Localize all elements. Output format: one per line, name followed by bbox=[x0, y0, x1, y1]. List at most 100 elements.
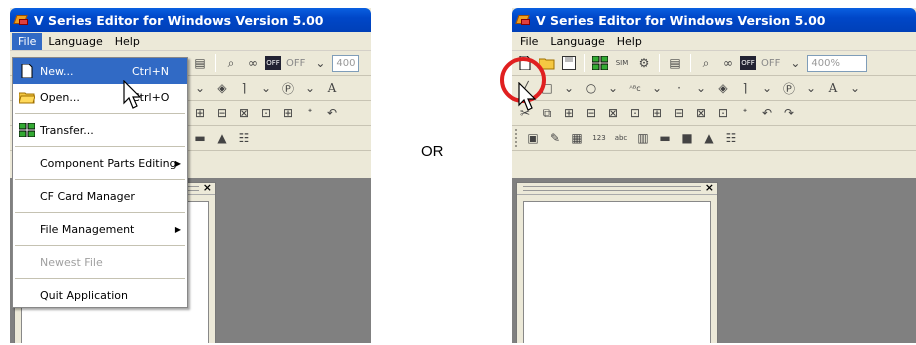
sim-icon[interactable]: SIM bbox=[612, 54, 632, 73]
undo-icon[interactable]: ↶ bbox=[757, 104, 777, 123]
menu-language[interactable]: Language bbox=[544, 33, 610, 50]
new-document-icon bbox=[21, 64, 33, 78]
chevron-down-icon[interactable]: ⌄ bbox=[300, 79, 320, 98]
submenu-arrow-icon: ▶ bbox=[174, 158, 181, 168]
chevron-down-icon[interactable]: ⌄ bbox=[310, 54, 330, 73]
screen-window: × bbox=[516, 181, 718, 343]
menu-help[interactable]: Help bbox=[611, 33, 648, 50]
glasses-icon[interactable]: ∞ bbox=[718, 54, 738, 73]
chevron-down-icon[interactable]: ⌄ bbox=[190, 79, 210, 98]
meter-icon[interactable]: ■ bbox=[677, 129, 697, 148]
off-icon[interactable]: OFF bbox=[740, 56, 756, 70]
chevron-down-icon[interactable]: ⌄ bbox=[801, 79, 821, 98]
menu-item-file-management[interactable]: File Management ▶ bbox=[13, 216, 187, 242]
transfer-icon[interactable] bbox=[590, 54, 610, 73]
part-icon[interactable]: ᐩ bbox=[300, 104, 320, 123]
menu-language[interactable]: Language bbox=[42, 33, 108, 50]
num-icon[interactable]: 123 bbox=[589, 129, 609, 148]
off-label: OFF bbox=[286, 57, 306, 69]
chevron-down-icon[interactable]: ⌄ bbox=[845, 79, 865, 98]
bitmap-icon[interactable]: ▦ bbox=[567, 129, 587, 148]
p-icon[interactable]: Ⓟ bbox=[779, 79, 799, 98]
menu-file[interactable]: File bbox=[514, 33, 544, 50]
fill-icon[interactable]: ◈ bbox=[212, 79, 232, 98]
chevron-down-icon[interactable]: ⌄ bbox=[757, 79, 777, 98]
copy-icon[interactable]: ⧉ bbox=[537, 104, 557, 123]
text-icon[interactable]: A bbox=[322, 79, 342, 98]
circle-icon[interactable]: ○ bbox=[581, 79, 601, 98]
menu-item-quit-application[interactable]: Quit Application bbox=[13, 282, 187, 308]
editor-window-right: V Series Editor for Windows Version 5.00… bbox=[512, 8, 916, 343]
part-icon[interactable]: ⊠ bbox=[234, 104, 254, 123]
list-icon[interactable]: ☷ bbox=[721, 129, 741, 148]
text-icon[interactable]: A bbox=[823, 79, 843, 98]
toolbar-4: ▣ ✎ ▦ 123 abc ▥ ▬ ■ ▲ ☷ bbox=[512, 126, 916, 151]
part-icon[interactable]: ⊡ bbox=[256, 104, 276, 123]
line-icon[interactable]: ⌉ bbox=[234, 79, 254, 98]
list-icon[interactable]: ☷ bbox=[234, 129, 254, 148]
print-icon[interactable]: ▤ bbox=[665, 54, 685, 73]
title-bar: V Series Editor for Windows Version 5.00 bbox=[512, 8, 916, 32]
zoom-combo[interactable]: 400 bbox=[332, 54, 360, 72]
alarm-icon[interactable]: ▲ bbox=[699, 129, 719, 148]
print-icon[interactable]: ▤ bbox=[190, 54, 210, 73]
zoom-combo[interactable]: 400% bbox=[807, 54, 868, 72]
fill-icon[interactable]: ◈ bbox=[713, 79, 733, 98]
line-icon[interactable]: ⌉ bbox=[735, 79, 755, 98]
find-icon[interactable]: ⌕ bbox=[696, 54, 716, 73]
or-separator: OR bbox=[421, 143, 444, 160]
char-icon[interactable]: abc bbox=[611, 129, 631, 148]
find-icon[interactable]: ⌕ bbox=[221, 54, 241, 73]
screen-canvas[interactable] bbox=[523, 201, 711, 343]
part-icon[interactable]: ⊞ bbox=[278, 104, 298, 123]
part-icon[interactable]: ⊟ bbox=[581, 104, 601, 123]
part-icon[interactable]: ᐩ bbox=[735, 104, 755, 123]
screen-icon[interactable]: ▣ bbox=[523, 129, 543, 148]
menu-file[interactable]: File bbox=[12, 32, 43, 50]
p-icon[interactable]: Ⓟ bbox=[278, 79, 298, 98]
part-icon[interactable]: ⊟ bbox=[669, 104, 689, 123]
part-icon[interactable]: ⊟ bbox=[212, 104, 232, 123]
chevron-down-icon[interactable]: ⌄ bbox=[559, 79, 579, 98]
undo-icon[interactable]: ↶ bbox=[322, 104, 342, 123]
chevron-down-icon[interactable]: ⌄ bbox=[785, 54, 805, 73]
mouse-cursor-icon bbox=[518, 82, 537, 111]
off-icon[interactable]: OFF bbox=[265, 56, 281, 70]
window-title: V Series Editor for Windows Version 5.00 bbox=[34, 12, 324, 28]
menu-item-cf-card-manager[interactable]: CF Card Manager bbox=[13, 183, 187, 209]
chevron-down-icon[interactable]: ⌄ bbox=[256, 79, 276, 98]
chevron-down-icon[interactable]: ⌄ bbox=[603, 79, 623, 98]
graph-icon[interactable]: ▬ bbox=[655, 129, 675, 148]
abc-icon[interactable]: ᴬᴮc bbox=[625, 79, 645, 98]
redo-icon[interactable]: ↷ bbox=[779, 104, 799, 123]
menu-item-component-parts-editing[interactable]: Component Parts Editing ▶ bbox=[13, 150, 187, 176]
chevron-down-icon[interactable]: ⌄ bbox=[647, 79, 667, 98]
chevron-down-icon[interactable]: ⌄ bbox=[691, 79, 711, 98]
app-icon bbox=[515, 12, 532, 28]
menu-item-open[interactable]: Open... Ctrl+O bbox=[13, 84, 187, 110]
save-icon[interactable] bbox=[559, 54, 579, 73]
part-icon[interactable]: ⊞ bbox=[559, 104, 579, 123]
part-icon[interactable]: ⊡ bbox=[625, 104, 645, 123]
part-icon[interactable]: ⊞ bbox=[190, 104, 210, 123]
part-icon[interactable]: ⊞ bbox=[647, 104, 667, 123]
graph-icon[interactable]: ▬ bbox=[190, 129, 210, 148]
close-icon[interactable]: × bbox=[705, 181, 714, 194]
part-icon[interactable]: ⊠ bbox=[603, 104, 623, 123]
transfer-icon bbox=[19, 123, 35, 137]
file-menu-dropdown: New... Ctrl+N Open... Ctrl+O Transfer...… bbox=[12, 57, 188, 308]
part-icon[interactable]: ⊡ bbox=[713, 104, 733, 123]
submenu-arrow-icon: ▶ bbox=[174, 224, 181, 234]
part-icon[interactable]: ⊠ bbox=[691, 104, 711, 123]
editor-window-left: V Series Editor for Windows Version 5.00… bbox=[10, 8, 371, 343]
alarm-icon[interactable]: ▲ bbox=[212, 129, 232, 148]
dot-icon[interactable]: · bbox=[669, 79, 689, 98]
setting-icon[interactable]: ⚙ bbox=[634, 54, 654, 73]
close-icon[interactable]: × bbox=[203, 181, 212, 194]
table-icon[interactable]: ▥ bbox=[633, 129, 653, 148]
message-icon[interactable]: ✎ bbox=[545, 129, 565, 148]
glasses-icon[interactable]: ∞ bbox=[243, 54, 263, 73]
menu-item-transfer[interactable]: Transfer... bbox=[13, 117, 187, 143]
menu-item-new[interactable]: New... Ctrl+N bbox=[13, 58, 187, 84]
menu-help[interactable]: Help bbox=[109, 33, 146, 50]
